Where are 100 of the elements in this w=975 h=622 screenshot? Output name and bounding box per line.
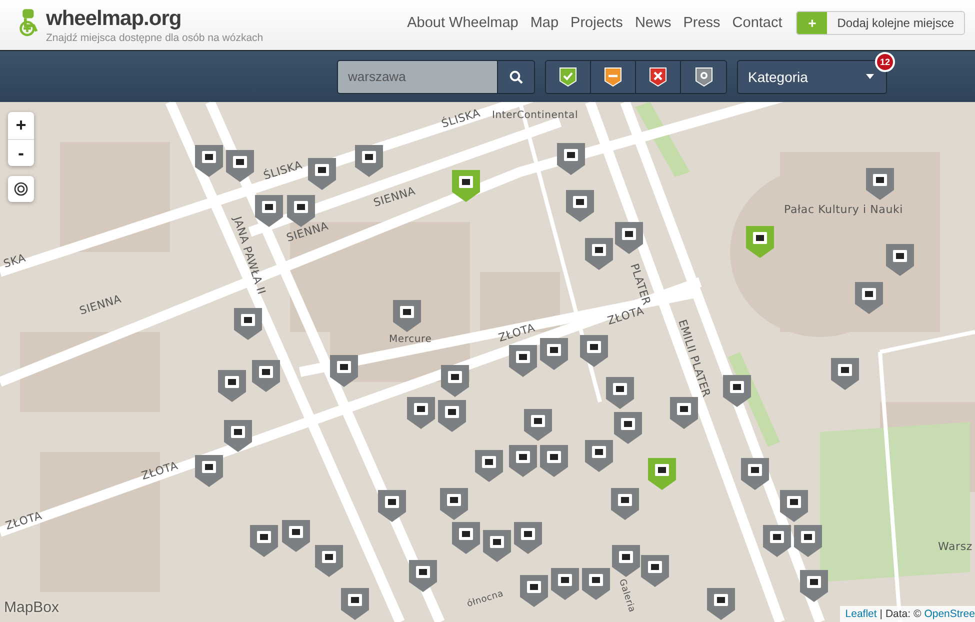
map-marker[interactable] [341, 588, 369, 620]
status-filter-button[interactable] [636, 60, 681, 92]
map-marker[interactable] [195, 455, 223, 487]
map-marker[interactable] [763, 525, 791, 557]
nav-link[interactable]: News [634, 15, 672, 31]
map-marker[interactable] [551, 568, 579, 600]
map-marker[interactable] [641, 555, 669, 587]
map-marker[interactable] [218, 370, 246, 402]
locate-button[interactable] [8, 176, 34, 202]
map-label: ZŁOTA [140, 459, 180, 482]
minus-shield-icon [604, 66, 622, 86]
map-marker[interactable] [315, 545, 343, 577]
add-place-button[interactable]: + Dodaj kolejne miejsce [796, 11, 965, 35]
map-marker[interactable] [234, 308, 262, 340]
map-label: Mercure [389, 334, 432, 345]
map-marker[interactable] [282, 520, 310, 552]
map-label: ŚLISKA [262, 158, 304, 182]
map-marker[interactable] [378, 490, 406, 522]
nav-link[interactable]: About Wheelmap [407, 15, 518, 31]
map-marker[interactable] [606, 377, 634, 409]
map-marker[interactable] [250, 525, 278, 557]
check-shield-icon [559, 66, 577, 86]
nav-link[interactable]: Contact [732, 15, 782, 31]
nav-link[interactable]: Map [530, 15, 559, 31]
nav-link[interactable]: Press [683, 15, 720, 31]
map-marker[interactable] [557, 143, 585, 175]
map-marker[interactable] [224, 420, 252, 452]
map-marker[interactable] [440, 488, 468, 520]
map-marker[interactable] [540, 445, 568, 477]
map-label: ółnocna [466, 589, 505, 610]
search-button[interactable] [497, 60, 535, 94]
caret-icon [866, 74, 874, 79]
map-marker[interactable] [407, 397, 435, 429]
map-marker[interactable] [611, 488, 639, 520]
map-provider-label: MapBox [4, 599, 60, 616]
map-marker[interactable] [741, 458, 769, 490]
zoom-in-button[interactable]: + [8, 112, 34, 139]
map-marker[interactable] [800, 570, 828, 602]
map-marker[interactable] [509, 445, 537, 477]
map-marker[interactable] [452, 522, 480, 554]
map-marker[interactable] [509, 345, 537, 377]
map-marker[interactable] [566, 190, 594, 222]
map-label: SKA [2, 251, 28, 270]
map-marker[interactable] [226, 150, 254, 182]
map-label: Warsz [938, 540, 972, 553]
map-marker[interactable] [195, 145, 223, 177]
map-marker[interactable] [612, 545, 640, 577]
data-source-link[interactable]: OpenStree [924, 608, 975, 620]
map-label: ZŁOTA [497, 321, 536, 344]
map-marker[interactable] [886, 244, 914, 276]
map-marker[interactable] [648, 458, 676, 490]
map-marker[interactable] [723, 375, 751, 407]
map-label: ZŁOTA [4, 509, 44, 532]
map-marker[interactable] [452, 170, 480, 202]
map-marker[interactable] [615, 222, 643, 254]
map-marker[interactable] [582, 568, 610, 600]
zoom-out-button[interactable]: - [8, 139, 34, 166]
map-marker[interactable] [540, 338, 568, 370]
map-marker[interactable] [831, 358, 859, 390]
map-marker[interactable] [524, 409, 552, 441]
map-marker[interactable] [746, 226, 774, 258]
leaflet-link[interactable]: Leaflet [845, 608, 877, 620]
count-badge: 12 [875, 52, 895, 72]
map-label: JANA PAWŁA II [230, 215, 268, 296]
status-filter-button[interactable] [591, 60, 636, 92]
map-marker[interactable] [393, 300, 421, 332]
map-marker[interactable] [255, 195, 283, 227]
map-marker[interactable] [409, 560, 437, 592]
map-label: ZŁOTA [606, 304, 646, 328]
map-marker[interactable] [308, 158, 336, 190]
map-marker[interactable] [585, 238, 613, 270]
map-marker[interactable] [514, 522, 542, 554]
map-marker[interactable] [855, 282, 883, 314]
map-marker[interactable] [614, 412, 642, 444]
cross-shield-icon [649, 66, 667, 86]
map-label: Pałac Kultury i Nauki [784, 203, 904, 216]
map-marker[interactable] [438, 400, 466, 432]
map-label: ŚLISKA [440, 106, 482, 130]
map-marker[interactable] [355, 145, 383, 177]
nav-link[interactable]: Projects [570, 15, 623, 31]
target-icon [14, 182, 28, 196]
map-marker[interactable] [780, 490, 808, 522]
map-marker[interactable] [483, 530, 511, 562]
search-icon [509, 70, 523, 84]
status-filter-button[interactable] [681, 60, 726, 92]
map-marker[interactable] [707, 588, 735, 620]
map-marker[interactable] [330, 355, 358, 387]
tagline: Znajdź miejsca dostępne dla osób na wózkach [46, 32, 264, 44]
map-label: Galeria [616, 578, 637, 614]
map-marker[interactable] [520, 575, 548, 607]
map-marker[interactable] [475, 450, 503, 482]
map-marker[interactable] [580, 335, 608, 367]
site-logo-text[interactable]: wheelmap.org [46, 6, 264, 30]
status-filter-button[interactable] [546, 60, 591, 92]
map-marker[interactable] [441, 365, 469, 397]
map-marker[interactable] [252, 360, 280, 392]
map-marker[interactable] [585, 440, 613, 472]
map-marker[interactable] [866, 168, 894, 200]
map-marker[interactable] [670, 397, 698, 429]
map-marker[interactable] [794, 525, 822, 557]
